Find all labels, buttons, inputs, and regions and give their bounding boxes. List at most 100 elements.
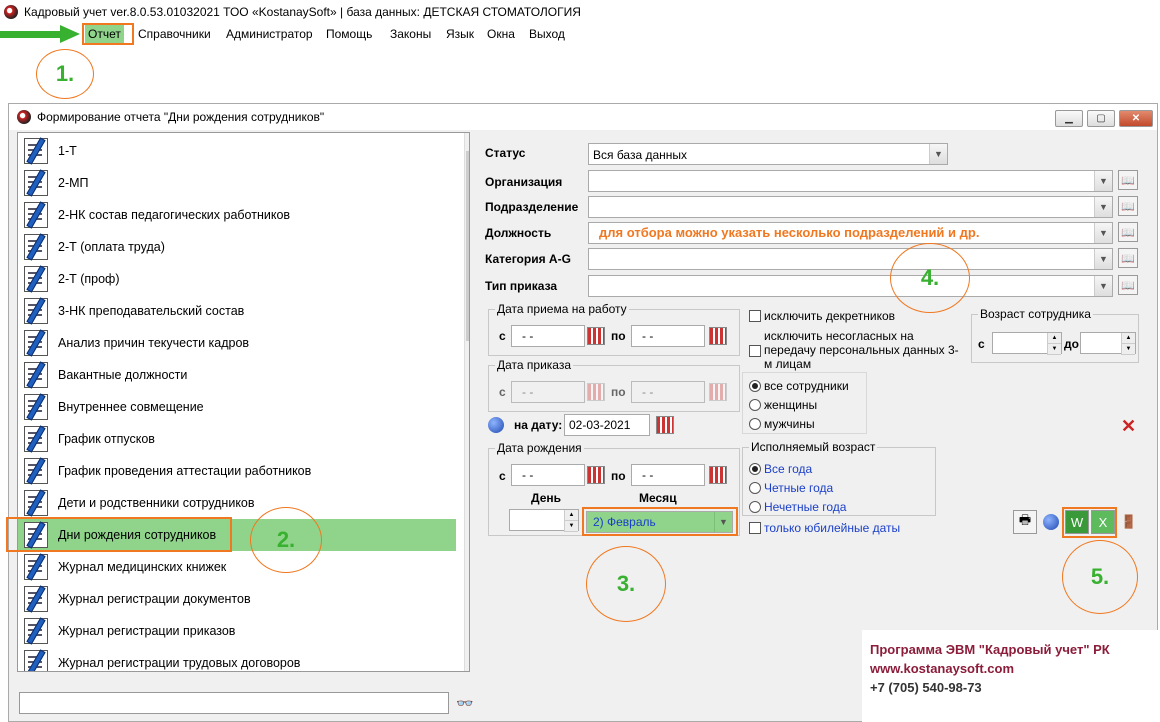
order-type-book-icon[interactable]: 📖 (1118, 275, 1138, 295)
close-window-button[interactable]: ✕ (1119, 110, 1153, 127)
gender-male-label: мужчины (764, 417, 815, 431)
scroll-thumb[interactable] (466, 151, 469, 341)
report-list-item[interactable]: 2-Т (оплата труда) (18, 231, 456, 263)
calendar-icon[interactable] (709, 466, 727, 484)
scroll-up-icon[interactable]: ▲ (465, 133, 470, 149)
report-list-item[interactable]: 2-НК состав педагогических работников (18, 199, 456, 231)
report-list-item[interactable]: 2-Т (проф) (18, 263, 456, 295)
menu-administrator[interactable]: Администратор (223, 25, 316, 43)
menu-language[interactable]: Язык (443, 25, 477, 43)
minimize-button[interactable]: ▁ (1055, 110, 1083, 127)
position-select[interactable]: для отбора можно указать несколько подра… (588, 222, 1113, 244)
order-type-select[interactable]: ▼ (588, 275, 1113, 297)
day-input[interactable]: ▲ ▼ (509, 509, 579, 532)
info-icon[interactable] (488, 417, 504, 433)
report-list-item[interactable]: Вакантные должности (18, 359, 456, 391)
report-list-item[interactable]: Дети и родственники сотрудников (18, 487, 456, 519)
document-pen-icon (24, 234, 48, 260)
hire-from-input[interactable]: - - (511, 325, 585, 347)
position-book-icon[interactable]: 📖 (1118, 222, 1138, 242)
age-to-label: до (1064, 337, 1079, 351)
highlight-month-select (582, 507, 738, 536)
birth-to-input[interactable]: - - (631, 464, 705, 486)
report-list-item[interactable]: Журнал регистрации приказов (18, 615, 456, 647)
report-list-item[interactable]: Журнал регистрации трудовых договоров (18, 647, 456, 671)
gender-male-radio[interactable] (749, 418, 761, 430)
organization-select[interactable]: ▼ (588, 170, 1113, 192)
age-all-radio[interactable] (749, 463, 761, 475)
report-item-label: 1-Т (58, 144, 77, 158)
department-select[interactable]: ▼ (588, 196, 1113, 218)
age-odd-radio[interactable] (749, 501, 761, 513)
report-list-item[interactable]: 2-МП (18, 167, 456, 199)
report-list-item[interactable]: 3-НК преподавательский состав (18, 295, 456, 327)
report-list-item[interactable]: Журнал медицинских книжек (18, 551, 456, 583)
clear-filters-icon[interactable]: ✕ (1121, 416, 1136, 437)
calendar-icon[interactable] (709, 383, 727, 401)
age-to-input[interactable]: ▲ ▼ (1080, 332, 1136, 355)
printer-icon[interactable]: 🖶 (1013, 510, 1037, 534)
category-book-icon[interactable]: 📖 (1118, 248, 1138, 268)
scroll-down-icon[interactable]: ▼ (465, 655, 470, 671)
age-odd-label: Нечетные года (764, 500, 847, 514)
department-book-icon[interactable]: 📖 (1118, 196, 1138, 216)
report-item-label: Внутреннее совмещение (58, 400, 204, 414)
document-pen-icon (24, 618, 48, 644)
gender-all-radio[interactable] (749, 380, 761, 392)
maximize-button[interactable]: ▢ (1087, 110, 1115, 127)
day-spinner[interactable]: ▲ ▼ (564, 510, 578, 532)
chevron-down-icon: ▼ (929, 144, 947, 164)
document-pen-icon (24, 362, 48, 388)
report-list-item[interactable]: График проведения аттестации работников (18, 455, 456, 487)
birth-from-input[interactable]: - - (511, 464, 585, 486)
menu-exit[interactable]: Выход (526, 25, 568, 43)
report-list[interactable]: 1-Т 2-МП 2-НК состав педагогических работн… (17, 132, 470, 672)
help-icon[interactable] (1039, 510, 1063, 534)
day-label: День (531, 491, 561, 505)
list-scrollbar[interactable]: ▲ ▼ (464, 133, 470, 671)
report-list-item[interactable]: График отпусков (18, 423, 456, 455)
jubilee-checkbox[interactable] (749, 522, 761, 534)
menu-directories[interactable]: Справочники (135, 25, 214, 43)
organization-book-icon[interactable]: 📖 (1118, 170, 1138, 190)
status-select[interactable]: Вся база данных ▼ (588, 143, 948, 165)
app-logo-icon (4, 5, 18, 19)
on-date-label: на дату: (514, 418, 563, 432)
excl-nonconsent-checkbox[interactable] (749, 345, 761, 357)
gender-female-radio[interactable] (749, 399, 761, 411)
on-date-input[interactable]: 02-03-2021 (564, 414, 650, 436)
menu-windows[interactable]: Окна (484, 25, 518, 43)
category-select[interactable]: ▼ (588, 248, 1113, 270)
promo-phone: +7 (705) 540-98-73 (870, 680, 982, 695)
chevron-down-icon: ▼ (1094, 223, 1112, 243)
calendar-icon[interactable] (587, 383, 605, 401)
age-from-spinner[interactable]: ▲ ▼ (1047, 333, 1061, 355)
order-to-input[interactable]: - - (631, 381, 705, 403)
report-list-item[interactable]: Анализ причин текучести кадров (18, 327, 456, 359)
report-list-item[interactable]: Журнал регистрации документов (18, 583, 456, 615)
report-list-item[interactable]: 1-Т (18, 135, 456, 167)
document-pen-icon (24, 138, 48, 164)
report-list-item[interactable]: Внутреннее совмещение (18, 391, 456, 423)
order-from-input[interactable]: - - (511, 381, 585, 403)
month-label: Месяц (639, 491, 677, 505)
report-item-label: 3-НК преподавательский состав (58, 304, 245, 318)
position-label: Должность (485, 226, 552, 240)
calendar-icon[interactable] (587, 466, 605, 484)
menu-help[interactable]: Помощь (323, 25, 375, 43)
menu-laws[interactable]: Законы (387, 25, 434, 43)
calendar-icon[interactable] (709, 327, 727, 345)
calendar-icon[interactable] (587, 327, 605, 345)
hire-to-input[interactable]: - - (631, 325, 705, 347)
document-pen-icon (24, 394, 48, 420)
age-to-spinner[interactable]: ▲ ▼ (1121, 333, 1135, 355)
excl-maternity-checkbox[interactable] (749, 310, 761, 322)
exit-door-icon[interactable]: 🚪 (1117, 510, 1141, 534)
employee-age-title: Возраст сотрудника (978, 307, 1093, 321)
binoculars-search-icon[interactable]: 👓 (455, 692, 475, 714)
age-from-input[interactable]: ▲ ▼ (992, 332, 1062, 355)
age-group-title: Исполняемый возраст (749, 440, 878, 454)
report-search-input[interactable] (19, 692, 449, 714)
calendar-icon[interactable] (656, 416, 674, 434)
age-even-radio[interactable] (749, 482, 761, 494)
